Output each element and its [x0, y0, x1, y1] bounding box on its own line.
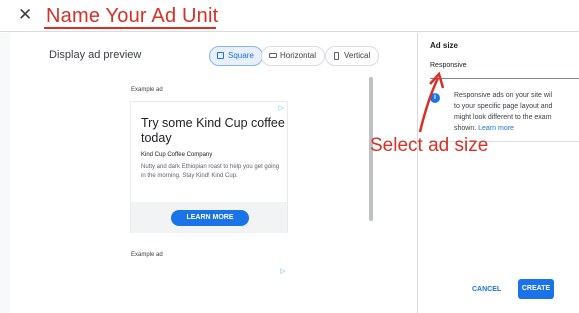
example-ad-label-2: Example ad: [131, 252, 163, 258]
ad-advertiser: Kind Cup Coffee Company: [141, 152, 213, 158]
example-ad-label: Example ad: [131, 87, 163, 93]
close-icon[interactable]: ✕: [18, 5, 32, 25]
ad-size-heading: Ad size: [430, 41, 459, 50]
info-line: shown. Learn more: [454, 123, 579, 134]
vertical-rectangle-icon: [334, 52, 339, 60]
tab-horizontal[interactable]: Horizontal: [261, 46, 326, 66]
page-title: Name Your Ad Unit: [46, 5, 219, 27]
adchoices-icon-2[interactable]: ▷: [280, 267, 285, 275]
annotation-select-ad-size: Select ad size: [370, 135, 489, 156]
cancel-button[interactable]: CANCEL: [472, 286, 501, 293]
tab-horizontal-label: Horizontal: [280, 51, 317, 60]
info-line: might look different to the exam: [454, 114, 552, 121]
info-text: Responsive ads on your site wil to your …: [454, 90, 579, 134]
tab-square-label: Square: [228, 51, 254, 60]
learn-more-button[interactable]: LEARN MORE: [171, 210, 249, 226]
tab-vertical[interactable]: Vertical: [325, 46, 380, 66]
tab-vertical-label: Vertical: [344, 51, 371, 60]
info-line: Responsive ads on your site wil: [454, 92, 553, 99]
settings-panel: Ad size Responsive i Responsive ads on y…: [417, 33, 579, 313]
info-notice: i Responsive ads on your site wil to you…: [430, 86, 579, 142]
title-underline-annotation: [44, 27, 216, 29]
info-icon: i: [430, 93, 440, 103]
ad-headline: Try some Kind Cup coffee today: [141, 116, 285, 145]
create-button[interactable]: CREATE: [518, 279, 554, 299]
ad-footer: LEARN MORE: [131, 202, 287, 233]
top-bar: ✕ Name Your Ad Unit: [0, 0, 579, 32]
learn-more-link[interactable]: Learn more: [478, 125, 514, 132]
ad-size-select[interactable]: Responsive: [430, 59, 579, 79]
example-ad-card[interactable]: ▷ Try some Kind Cup coffee today Kind Cu…: [130, 101, 288, 233]
horizontal-rectangle-icon: [269, 53, 277, 58]
adchoices-icon[interactable]: ▷: [279, 104, 284, 112]
info-line-end: shown.: [454, 125, 477, 132]
square-icon: [217, 52, 224, 59]
ad-body: Nutty and dark Ethiopian roast to help y…: [141, 164, 280, 179]
preview-title: Display ad preview: [49, 49, 142, 61]
info-line: to your specific page layout and: [454, 103, 553, 110]
tab-square[interactable]: Square: [209, 46, 263, 66]
